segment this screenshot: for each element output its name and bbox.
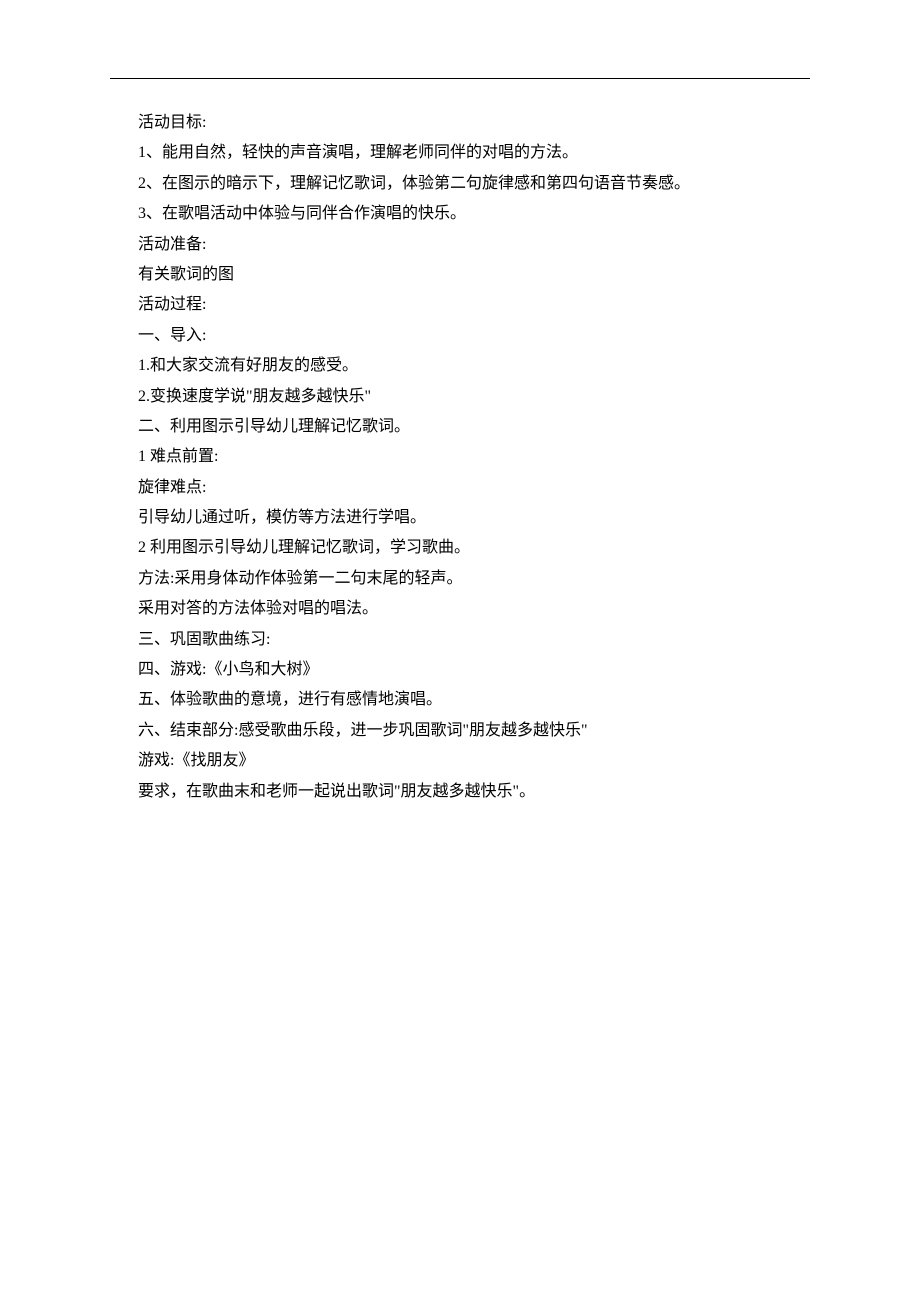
text-line: 活动过程: <box>138 290 782 320</box>
text-line: 四、游戏:《小鸟和大树》 <box>138 655 782 685</box>
text-line: 3、在歌唱活动中体验与同伴合作演唱的快乐。 <box>138 199 782 229</box>
text-line: 旋律难点: <box>138 473 782 503</box>
text-line: 1 难点前置: <box>138 442 782 472</box>
text-line: 2.变换速度学说"朋友越多越快乐" <box>138 382 782 412</box>
text-line: 采用对答的方法体验对唱的唱法。 <box>138 594 782 624</box>
text-line: 活动目标: <box>138 108 782 138</box>
text-line: 三、巩固歌曲练习: <box>138 625 782 655</box>
text-line: 引导幼儿通过听，模仿等方法进行学唱。 <box>138 503 782 533</box>
text-line: 一、导入: <box>138 321 782 351</box>
text-line: 2、在图示的暗示下，理解记忆歌词，体验第二句旋律感和第四句语音节奏感。 <box>138 169 782 199</box>
text-line: 五、体验歌曲的意境，进行有感情地演唱。 <box>138 685 782 715</box>
text-line: 1.和大家交流有好朋友的感受。 <box>138 351 782 381</box>
text-line: 要求，在歌曲末和老师一起说出歌词"朋友越多越快乐"。 <box>138 777 782 807</box>
text-line: 活动准备: <box>138 230 782 260</box>
text-line: 二、利用图示引导幼儿理解记忆歌词。 <box>138 412 782 442</box>
horizontal-rule <box>110 78 810 79</box>
text-line: 游戏:《找朋友》 <box>138 746 782 776</box>
text-line: 有关歌词的图 <box>138 260 782 290</box>
text-line: 六、结束部分:感受歌曲乐段，进一步巩固歌词"朋友越多越快乐" <box>138 716 782 746</box>
text-line: 2 利用图示引导幼儿理解记忆歌词，学习歌曲。 <box>138 533 782 563</box>
text-line: 1、能用自然，轻快的声音演唱，理解老师同伴的对唱的方法。 <box>138 138 782 168</box>
document-content: 活动目标: 1、能用自然，轻快的声音演唱，理解老师同伴的对唱的方法。 2、在图示… <box>138 108 782 807</box>
text-line: 方法:采用身体动作体验第一二句末尾的轻声。 <box>138 564 782 594</box>
